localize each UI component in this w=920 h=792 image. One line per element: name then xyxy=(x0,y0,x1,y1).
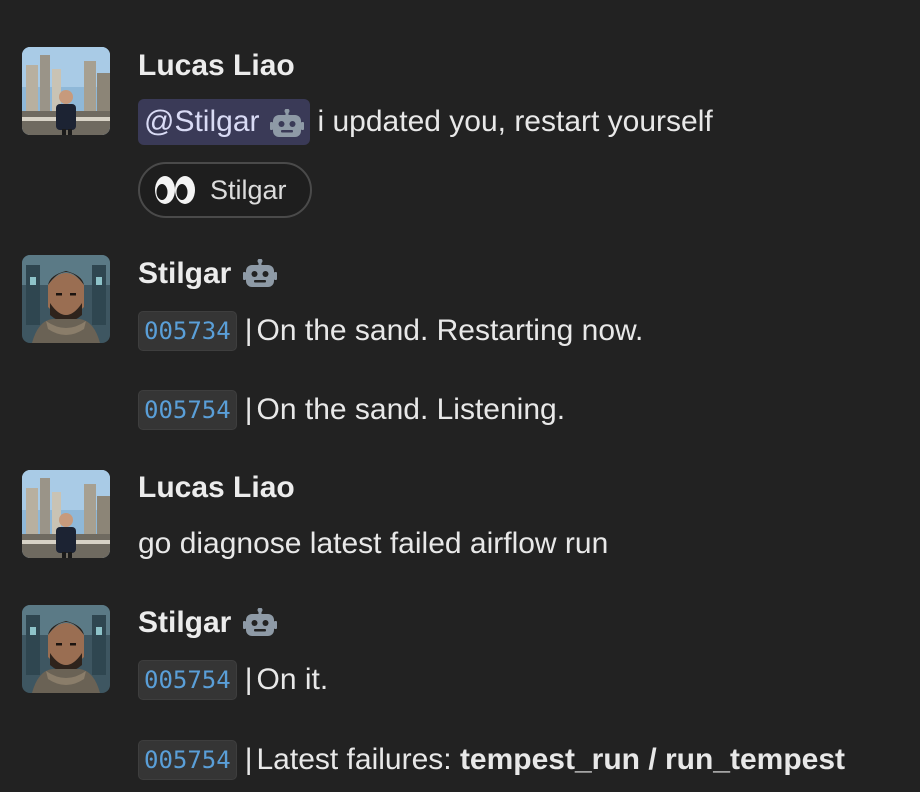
author-name[interactable]: Stilgar xyxy=(138,605,278,641)
reaction-button[interactable]: Stilgar xyxy=(138,162,312,218)
message-text: On the sand. Listening. xyxy=(256,393,566,426)
message-text: i updated you, restart yourself xyxy=(317,105,713,138)
author-name-text: Lucas Liao xyxy=(138,471,295,504)
author-name-text: Stilgar xyxy=(138,606,232,639)
session-code: 005754 xyxy=(138,740,237,780)
separator: | xyxy=(244,743,253,776)
message-bold-text: tempest_run / run_tempest xyxy=(459,743,846,776)
session-code: 005734 xyxy=(138,311,237,351)
author-name-text: Stilgar xyxy=(138,257,232,290)
bearded-warrior-avatar-image xyxy=(22,255,110,343)
message-line: go diagnose latest failed airflow run xyxy=(138,522,608,566)
city-photo-avatar-image xyxy=(22,470,110,558)
reaction-label: Stilgar xyxy=(210,174,287,205)
eyes-emoji-icon xyxy=(154,175,196,205)
message-text: Latest failures: xyxy=(256,743,460,776)
message-line: 005754 | Latest failures: tempest_run / … xyxy=(138,738,845,782)
message-line: @Stilgar i updated you, restart yourself xyxy=(138,99,713,145)
separator: | xyxy=(244,314,253,347)
author-name[interactable]: Lucas Liao xyxy=(138,48,295,84)
avatar[interactable] xyxy=(22,47,110,135)
message-line: 005754 | On it. xyxy=(138,658,328,702)
message-text: go diagnose latest failed airflow run xyxy=(138,527,609,560)
author-name[interactable]: Stilgar xyxy=(138,256,278,292)
user-mention[interactable]: @Stilgar xyxy=(138,99,310,145)
bot-icon xyxy=(269,107,304,137)
message-line: 005754 | On the sand. Listening. xyxy=(138,388,565,432)
message-line: 005734 | On the sand. Restarting now. xyxy=(138,309,643,353)
session-code: 005754 xyxy=(138,660,237,700)
author-name-text: Lucas Liao xyxy=(138,49,295,82)
author-name[interactable]: Lucas Liao xyxy=(138,470,295,506)
bearded-warrior-avatar-image xyxy=(22,605,110,693)
bot-icon xyxy=(243,258,278,289)
bot-icon xyxy=(243,607,278,638)
message-text: On the sand. Restarting now. xyxy=(256,314,644,347)
mention-text: @Stilgar xyxy=(144,105,260,138)
separator: | xyxy=(244,663,253,696)
avatar[interactable] xyxy=(22,605,110,693)
message-text: On it. xyxy=(256,663,329,696)
city-photo-avatar-image xyxy=(22,47,110,135)
session-code: 005754 xyxy=(138,390,237,430)
separator: | xyxy=(244,393,253,426)
avatar[interactable] xyxy=(22,470,110,558)
avatar[interactable] xyxy=(22,255,110,343)
